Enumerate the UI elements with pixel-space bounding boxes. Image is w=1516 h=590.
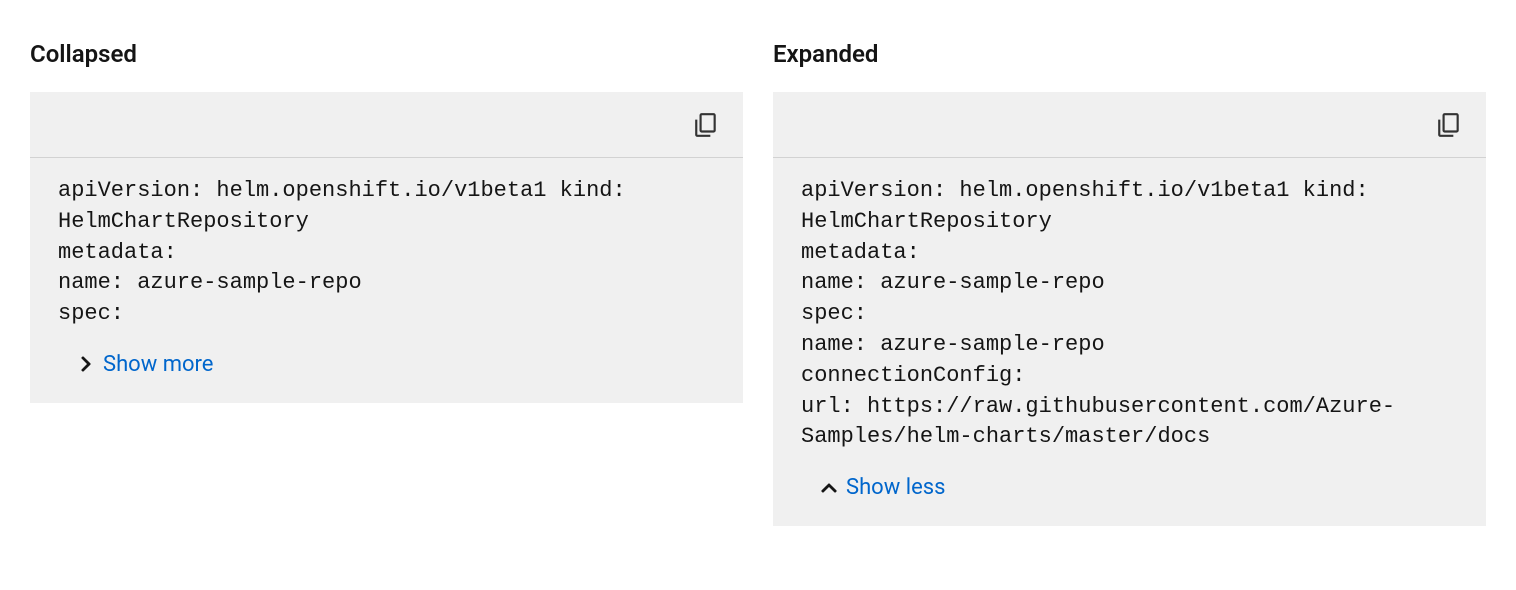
expanded-code-block: apiVersion: helm.openshift.io/v1beta1 ki… bbox=[773, 92, 1486, 526]
collapsed-code-block: apiVersion: helm.openshift.io/v1beta1 ki… bbox=[30, 92, 743, 403]
show-less-button[interactable]: Show less bbox=[773, 465, 945, 526]
chevron-up-icon bbox=[821, 479, 837, 497]
copy-icon bbox=[693, 112, 719, 141]
chevron-right-icon bbox=[78, 355, 94, 373]
collapsed-title: Collapsed bbox=[30, 40, 743, 68]
layout-container: Collapsed apiVersion: helm.openshift.io/… bbox=[30, 40, 1486, 526]
code-content: apiVersion: helm.openshift.io/v1beta1 ki… bbox=[30, 158, 743, 342]
code-content: apiVersion: helm.openshift.io/v1beta1 ki… bbox=[773, 158, 1486, 465]
show-less-label: Show less bbox=[846, 475, 945, 500]
expanded-column: Expanded apiVersion: helm.openshift.io/v… bbox=[773, 40, 1486, 526]
show-more-button[interactable]: Show more bbox=[30, 342, 213, 403]
code-header bbox=[773, 92, 1486, 158]
collapsed-column: Collapsed apiVersion: helm.openshift.io/… bbox=[30, 40, 743, 526]
expanded-title: Expanded bbox=[773, 40, 1486, 68]
code-header bbox=[30, 92, 743, 158]
show-more-label: Show more bbox=[103, 352, 213, 377]
copy-button[interactable] bbox=[689, 108, 723, 145]
copy-icon bbox=[1436, 112, 1462, 141]
copy-button[interactable] bbox=[1432, 108, 1466, 145]
